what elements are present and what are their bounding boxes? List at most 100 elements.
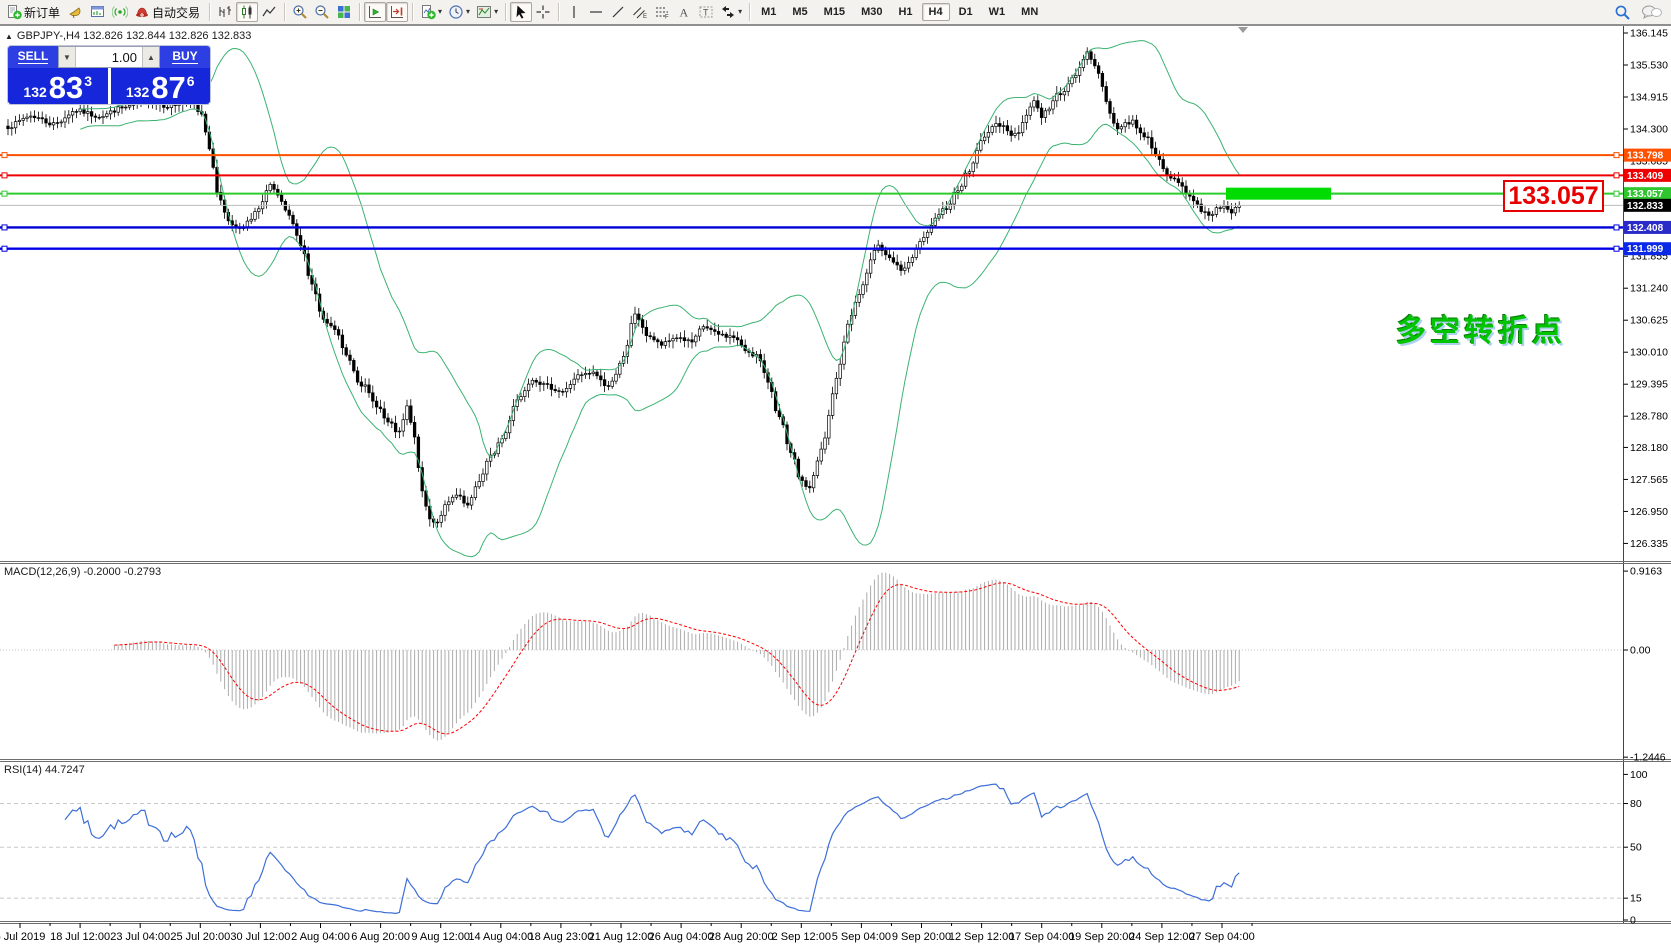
chart-canvas[interactable]: 136.145135.530134.915134.300133.685131.8… [0, 0, 1671, 947]
sell-price-display[interactable]: 132 83 3 [8, 68, 108, 104]
indicators-button[interactable]: ▾ [417, 2, 445, 22]
line-handle[interactable] [1614, 191, 1619, 196]
text-button[interactable]: A [673, 2, 695, 22]
auto-scroll-icon [367, 4, 383, 20]
chat-icon[interactable] [1641, 4, 1663, 20]
template-icon [476, 4, 492, 20]
rsi-label: RSI(14) 44.7247 [4, 764, 85, 776]
line-chart-button[interactable] [258, 2, 280, 22]
fibonacci-button[interactable]: F [651, 2, 673, 22]
dropdown-caret-icon: ▾ [738, 8, 742, 16]
hline-133.409-tag-label: 133.409 [1627, 171, 1664, 182]
signals-button[interactable] [109, 2, 131, 22]
price-tick-label: 128.780 [1630, 411, 1668, 423]
macd-tick-label: 0.9163 [1630, 566, 1662, 578]
market-watch-button[interactable] [87, 2, 109, 22]
channel-icon: E [632, 4, 648, 20]
macd-histogram [114, 573, 1239, 741]
timeframe-M30[interactable]: M30 [854, 3, 889, 21]
zoom-out-icon [314, 4, 330, 20]
price-level-annotation-box[interactable]: 133.057 [1503, 180, 1604, 212]
timeframe-W1[interactable]: W1 [982, 3, 1013, 21]
horizontal-line-button[interactable] [585, 2, 607, 22]
time-axis-label: 18 Aug 23:00 [528, 931, 593, 943]
time-axis-label: 5 Sep 04:00 [832, 931, 891, 943]
price-tick-label: 130.010 [1630, 347, 1668, 359]
volume-value[interactable]: 1.00 [76, 47, 142, 67]
cursor-button[interactable] [510, 2, 532, 22]
horizontal-line-icon [588, 4, 604, 20]
timeframe-H4[interactable]: H4 [922, 3, 950, 21]
line-handle[interactable] [2, 246, 7, 251]
crosshair-button[interactable] [532, 2, 554, 22]
zoom-in-button[interactable] [289, 2, 311, 22]
line-handle[interactable] [2, 191, 7, 196]
chart-shift-button[interactable] [386, 2, 408, 22]
arrows-button[interactable]: ▾ [717, 2, 745, 22]
toolbar-separator [749, 3, 750, 21]
vertical-line-button[interactable] [563, 2, 585, 22]
svg-text:T: T [703, 8, 709, 18]
timeframe-M15[interactable]: M15 [817, 3, 852, 21]
zoom-out-button[interactable] [311, 2, 333, 22]
line-handle[interactable] [2, 173, 7, 178]
time-axis-label: 27 Sep 04:00 [1189, 931, 1254, 943]
line-handle[interactable] [1614, 246, 1619, 251]
new-order-button[interactable]: 新订单 [3, 2, 65, 22]
price-tick-label: 128.180 [1630, 442, 1668, 454]
line-handle[interactable] [1614, 153, 1619, 158]
time-axis-label: 2 Aug 04:00 [291, 931, 350, 943]
price-tick-label: 135.530 [1630, 59, 1668, 71]
line-handle[interactable] [1614, 225, 1619, 230]
macd-signal-line [114, 583, 1239, 734]
timeframe-D1[interactable]: D1 [952, 3, 980, 21]
time-axis-label: 12 Sep 12:00 [949, 931, 1014, 943]
green-band-annotation[interactable] [1226, 188, 1331, 200]
clock-icon [448, 4, 464, 20]
sound-alert-button[interactable] [65, 2, 87, 22]
toolbar-separator [209, 3, 210, 21]
auto-scroll-button[interactable] [364, 2, 386, 22]
chart-window-icon [90, 4, 106, 20]
equidistant-channel-button[interactable]: E [629, 2, 651, 22]
volume-increase-button[interactable]: ▲ [142, 47, 159, 67]
one-click-trade-panel: SELL ▼ 1.00 ▲ BUY 132 83 3 132 87 6 [8, 46, 210, 104]
cursor-arrow-icon [513, 4, 529, 20]
bar-chart-button[interactable] [214, 2, 236, 22]
text-label-button[interactable]: T [695, 2, 717, 22]
trendline-icon [610, 4, 626, 20]
trendline-button[interactable] [607, 2, 629, 22]
autotrading-label: 自动交易 [152, 4, 202, 21]
search-icon[interactable] [1614, 4, 1631, 21]
periods-button[interactable]: ▾ [445, 2, 473, 22]
line-handle[interactable] [1614, 173, 1619, 178]
line-handle[interactable] [2, 225, 7, 230]
time-axis-label: 5 Jul 2019 [0, 931, 45, 943]
volume-decrease-button[interactable]: ▼ [59, 47, 76, 67]
toolbar: 新订单 自动交易 [0, 0, 1671, 25]
templates-button[interactable]: ▾ [473, 2, 501, 22]
mt4-terminal: 新订单 自动交易 [0, 0, 1671, 947]
buy-button[interactable]: BUY [160, 46, 210, 68]
timeframe-M1[interactable]: M1 [754, 3, 783, 21]
time-axis-label: 6 Aug 20:00 [351, 931, 410, 943]
symbol-info[interactable]: ▲ GBPJPY-,H4 132.826 132.844 132.826 132… [5, 30, 251, 42]
time-axis-label: 19 Sep 20:00 [1069, 931, 1134, 943]
sell-button[interactable]: SELL [8, 46, 58, 68]
timeframe-MN[interactable]: MN [1014, 3, 1045, 21]
hline-131.999-tag-label: 131.999 [1627, 244, 1664, 255]
hline-132.408-tag-label: 132.408 [1627, 223, 1664, 234]
toolbar-separator [558, 3, 559, 21]
tile-windows-button[interactable] [333, 2, 355, 22]
timeframe-M5[interactable]: M5 [785, 3, 814, 21]
line-handle[interactable] [2, 153, 7, 158]
autotrading-button[interactable]: 自动交易 [131, 2, 205, 22]
collapse-triangle-icon[interactable]: ▲ [5, 32, 13, 41]
price-tick-label: 126.335 [1630, 538, 1668, 550]
text-icon: A [676, 4, 692, 20]
candlestick-chart-button[interactable] [236, 2, 258, 22]
line-chart-icon [261, 4, 277, 20]
buy-price-display[interactable]: 132 87 6 [111, 68, 211, 104]
time-axis-label: 17 Sep 04:00 [1009, 931, 1074, 943]
timeframe-H1[interactable]: H1 [891, 3, 919, 21]
